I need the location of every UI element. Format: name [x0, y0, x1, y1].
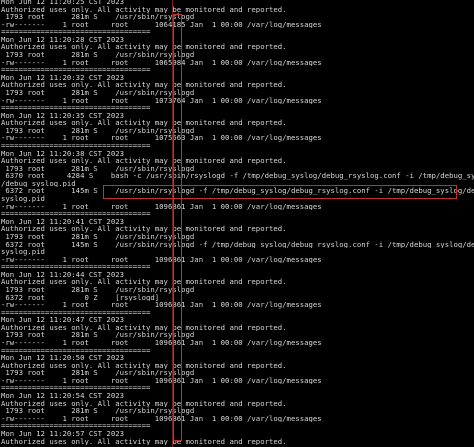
terminal-line: ================================== [1, 422, 151, 430]
terminal-line: -rw------- 1 root root 1096861 Jan 1 00:… [1, 376, 322, 385]
terminal-line: ================================== [1, 66, 151, 74]
terminal-line: 1793 root 281m S /usr/sbin/rsyslogd [1, 369, 195, 377]
terminal-line: Mon Jun 12 11:20:57 CST 2023 [1, 429, 125, 438]
terminal-line: 1793 root 281m S /usr/sbin/rsyslogd [1, 331, 195, 340]
terminal-line: 1793 root 281m S /usr/sbin/rsyslogd [1, 88, 195, 97]
terminal-line: Authorized uses only. All activity may b… [1, 225, 287, 233]
terminal-line: ================================== [1, 346, 151, 355]
terminal-line: Authorized uses only. All activity may b… [1, 399, 287, 408]
terminal-line: /debug_syslog.pid [1, 179, 76, 188]
terminal-line: ================================== [1, 308, 151, 317]
terminal-line: Mon Jun 12 11:20:32 CST 2023 [1, 73, 125, 82]
terminal-line: 1793 root 281m S /usr/sbin/rsyslogd [1, 13, 195, 21]
terminal-line: Mon Jun 12 11:20:41 CST 2023 [1, 217, 125, 226]
terminal-line: 6372 root 145m S /usr/sbin/rsyslogd -f /… [1, 240, 474, 249]
terminal-line: 6372 root 145m S /usr/sbin/rsyslogd -f /… [1, 187, 474, 196]
terminal-line: ================================== [1, 141, 151, 150]
terminal-line: -rw------- 1 root root 1064185 Jan 1 00:… [1, 20, 322, 29]
terminal-output: Mon Jun 12 11:20:25 CST 2023 Authorized u… [1, 0, 474, 445]
terminal-line: 1793 root 281m S /usr/sbin/rsyslogd [1, 126, 195, 135]
terminal-line: Authorized uses only. All activity may b… [1, 157, 287, 165]
terminal-line: Authorized uses only. All activity may b… [1, 43, 287, 52]
terminal-line: ================================== [1, 28, 151, 36]
terminal-line: -rw------- 1 root root 1073764 Jan 1 00:… [1, 96, 322, 105]
terminal-line: Mon Jun 12 11:20:44 CST 2023 [1, 270, 125, 279]
terminal-line: 1793 root 281m S /usr/sbin/rsyslogd [1, 232, 195, 241]
terminal-line: Mon Jun 12 11:20:28 CST 2023 [1, 35, 125, 44]
terminal-window[interactable]: Mon Jun 12 11:20:25 CST 2023 Authorized u… [0, 0, 474, 447]
terminal-line: Authorized uses only. All activity may b… [1, 119, 287, 127]
terminal-line: ================================== [1, 104, 151, 112]
terminal-line: -rw------- 1 root root 1096861 Jan 1 00:… [1, 339, 322, 347]
terminal-line: 6372 root 0 Z [rsyslogd] [1, 293, 160, 302]
terminal-line: Mon Jun 12 11:20:54 CST 2023 [1, 392, 125, 400]
terminal-line: 1793 root 281m S /usr/sbin/rsyslogd [1, 164, 195, 173]
terminal-line: ================================== [1, 210, 151, 218]
terminal-line: Authorized uses only. All activity may b… [1, 5, 287, 14]
terminal-line: 1793 root 281m S /usr/sbin/rsyslogd [1, 407, 195, 415]
terminal-line: Mon Jun 12 11:20:47 CST 2023 [1, 316, 125, 324]
terminal-line: syslog.pid [1, 248, 45, 256]
terminal-line: -rw------- 1 root root 1096861 Jan 1 00:… [1, 255, 322, 264]
terminal-line: 1793 root 281m S /usr/sbin/rsyslogd [1, 51, 195, 59]
terminal-line: Mon Jun 12 11:20:50 CST 2023 [1, 354, 125, 362]
terminal-line: Authorized uses only. All activity may b… [1, 81, 287, 89]
terminal-line: syslog.pid [1, 195, 45, 203]
terminal-line: Mon Jun 12 11:20:38 CST 2023 [1, 149, 125, 158]
terminal-line: 1793 root 281m S /usr/sbin/rsyslogd [1, 285, 195, 294]
terminal-line: Authorized uses only. All activity may b… [1, 361, 287, 370]
terminal-line: Authorized uses only. All activity may b… [1, 437, 287, 446]
terminal-line: 6370 root 4284 S bash -c /usr/sbin/rsysl… [1, 172, 474, 180]
terminal-line: ================================== [1, 384, 151, 393]
terminal-line: -rw------- 1 root root 1096861 Jan 1 00:… [1, 414, 322, 423]
terminal-line: -rw------- 1 root root 1075563 Jan 1 00:… [1, 134, 322, 142]
terminal-line: -rw------- 1 root root 1096861 Jan 1 00:… [1, 202, 322, 211]
terminal-line: Authorized uses only. All activity may b… [1, 323, 287, 332]
terminal-line: -rw------- 1 root root 1065984 Jan 1 00:… [1, 58, 322, 67]
terminal-line: -rw------- 1 root root 1096861 Jan 1 00:… [1, 301, 322, 309]
terminal-line: ================================== [1, 263, 151, 271]
terminal-line: Authorized uses only. All activity may b… [1, 278, 287, 286]
terminal-line: Mon Jun 12 11:20:35 CST 2023 [1, 111, 125, 120]
